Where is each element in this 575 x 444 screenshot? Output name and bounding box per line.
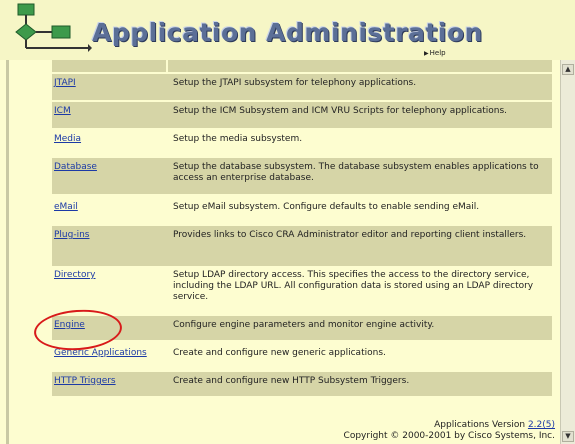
page-title: Application Administration [92,18,483,47]
table-row: ICM Setup the ICM Subsystem and ICM VRU … [52,102,552,128]
row-description: Configure engine parameters and monitor … [173,320,435,330]
link-email[interactable]: eMail [54,202,78,212]
row-description: Setup the JTAPI subsystem for telephony … [173,78,417,88]
link-http-triggers[interactable]: HTTP Triggers [54,376,116,386]
table-row-partial [52,60,552,72]
version-link[interactable]: 2.2(5) [528,420,555,430]
table-row: Engine Configure engine parameters and m… [52,316,552,340]
copyright-text: Copyright © 2000-2001 by Cisco Systems, … [343,431,555,441]
vertical-scrollbar[interactable]: ▲ ▼ [560,60,575,444]
row-description: Create and configure new HTTP Subsystem … [173,376,410,386]
table-row: Directory Setup LDAP directory access. T… [52,266,552,316]
link-database[interactable]: Database [54,162,97,172]
row-description: Setup the ICM Subsystem and ICM VRU Scri… [173,106,507,116]
row-description: Setup eMail subsystem. Configure default… [173,202,480,212]
link-jtapi[interactable]: JTAPI [54,78,76,88]
table-row: HTTP Triggers Create and configure new H… [52,372,552,396]
table-row: Plug-ins Provides links to Cisco CRA Adm… [52,226,552,266]
help-label: Help [429,49,446,57]
link-engine[interactable]: Engine [54,320,85,330]
row-description: Setup the database subsystem. The databa… [173,162,539,183]
link-directory[interactable]: Directory [54,270,95,280]
help-link[interactable]: ▶Help [424,49,446,57]
footer: Applications Version 2.2(5) Copyright © … [344,420,555,442]
link-media[interactable]: Media [54,134,81,144]
table-row: Media Setup the media subsystem. [52,130,552,156]
version-line: Applications Version 2.2(5) [344,420,555,431]
workflow-logo-icon [15,3,92,52]
table-row: Database Setup the database subsystem. T… [52,158,552,194]
link-icm[interactable]: ICM [54,106,71,116]
triangle-right-icon: ▶ [424,50,429,57]
version-prefix: Applications Version [434,420,528,430]
scroll-down-icon[interactable]: ▼ [562,431,574,442]
scroll-up-icon[interactable]: ▲ [562,64,574,75]
table-row: JTAPI Setup the JTAPI subsystem for tele… [52,74,552,100]
row-description: Setup LDAP directory access. This specif… [173,270,534,302]
link-generic-applications[interactable]: Generic Applications [54,348,147,358]
row-description: Setup the media subsystem. [173,134,303,144]
row-description: Create and configure new generic applica… [173,348,386,358]
header-banner: Application Administration ▶Help [0,0,575,60]
table-row: Generic Applications Create and configur… [52,344,552,368]
subsystem-table: JTAPI Setup the JTAPI subsystem for tele… [0,60,560,444]
link-plug-ins[interactable]: Plug-ins [54,230,90,240]
table-row: eMail Setup eMail subsystem. Configure d… [52,198,552,222]
row-description: Provides links to Cisco CRA Administrato… [173,230,527,240]
